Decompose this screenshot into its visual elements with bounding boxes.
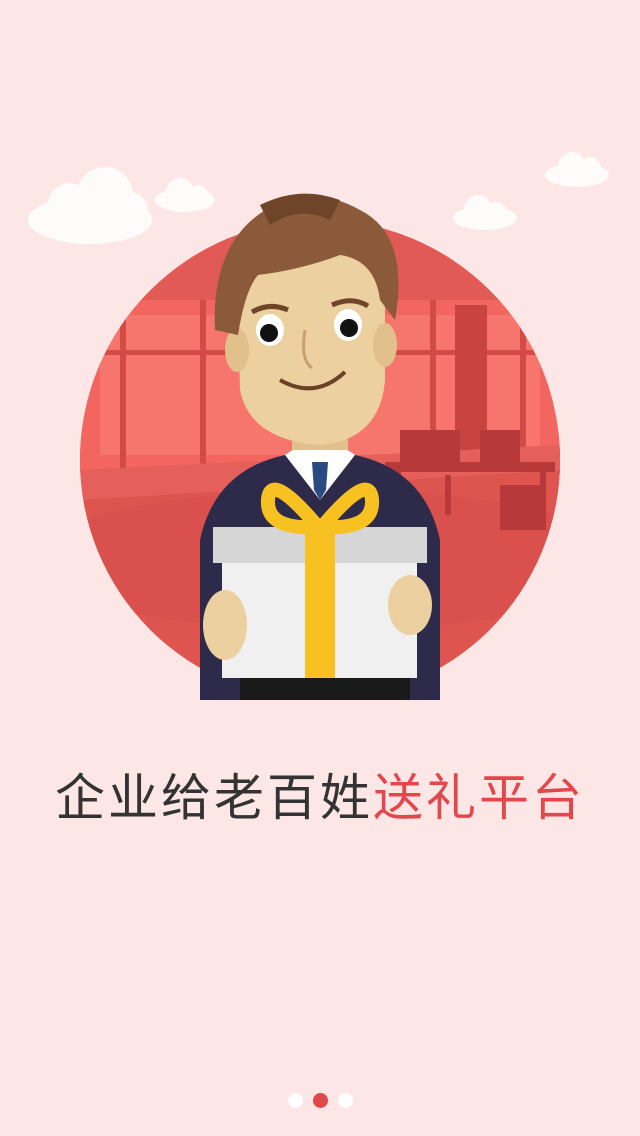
- tagline-highlight-text: 送礼平台: [373, 769, 585, 827]
- tagline-plain-text: 企业给老百姓: [55, 769, 373, 827]
- cloud-icon: [545, 152, 609, 187]
- cloud-icon: [453, 195, 517, 230]
- cloud-icon: [155, 178, 215, 212]
- illustration: [28, 152, 609, 700]
- onboarding-screen: 企业给老百姓送礼平台: [0, 0, 640, 1136]
- tagline: 企业给老百姓送礼平台: [0, 758, 640, 838]
- page-dot-3[interactable]: [337, 1092, 353, 1108]
- page-dot-1[interactable]: [287, 1092, 303, 1108]
- cloud-icon: [28, 167, 152, 244]
- page-indicator: [0, 1092, 640, 1108]
- page-dot-2-active[interactable]: [312, 1092, 328, 1108]
